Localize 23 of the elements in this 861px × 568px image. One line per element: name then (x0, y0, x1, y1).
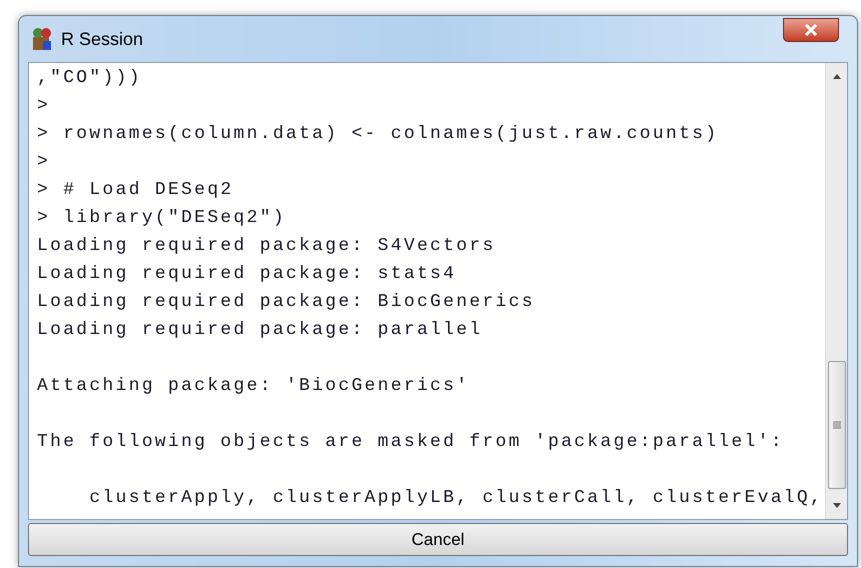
console-line: clusterApply, clusterApplyLB, clusterCall, clusterEvalQ, (88, 487, 824, 510)
console-line: Loading required package: parallel (37, 319, 484, 342)
console-line: Loading required package: stats4 (37, 263, 458, 286)
console-line: > (37, 151, 52, 174)
console-line: > rownames(column.data) <- colnames(just.raw.counts) (37, 123, 720, 146)
console-line: Attaching package: 'BiocGenerics' (37, 375, 470, 398)
scroll-up-icon[interactable] (832, 73, 842, 79)
scroll-thumb[interactable] (828, 361, 846, 489)
close-button[interactable] (783, 18, 839, 42)
scrollbar[interactable] (825, 63, 847, 519)
console-line: ,"CO"))) (37, 67, 143, 90)
console-line: Loading required package: S4Vectors (37, 235, 497, 258)
close-icon (804, 24, 818, 36)
console-line: > library("DESeq2") (37, 207, 287, 230)
app-logo-icon (31, 27, 53, 51)
cancel-button[interactable]: Cancel (28, 523, 848, 556)
console-line: The following objects are masked from 'package:parallel': (37, 431, 785, 454)
window-title: R Session (61, 28, 144, 50)
console-line: > (37, 95, 52, 118)
console-line: Loading required package: BiocGenerics (37, 291, 536, 314)
console-line: > # Load DESeq2 (37, 179, 235, 202)
grip-icon (832, 421, 840, 429)
scroll-down-icon[interactable] (832, 503, 842, 509)
